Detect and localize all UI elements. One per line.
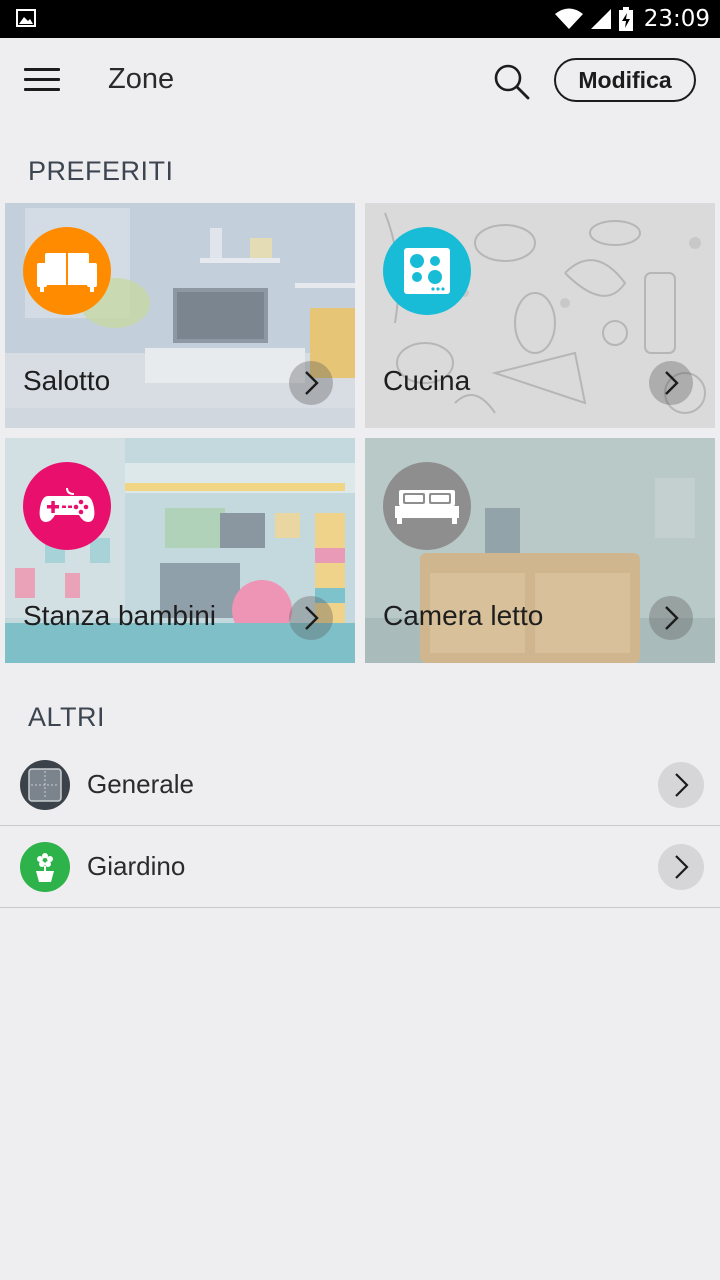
- zone-tile-camera-letto[interactable]: Camera letto: [365, 438, 715, 663]
- gamepad-icon: [23, 462, 111, 550]
- battery-icon: [618, 7, 633, 31]
- app-bar: Zone Modifica: [0, 38, 720, 124]
- chevron-right-icon: [289, 361, 333, 405]
- zone-row-generale[interactable]: Generale: [0, 744, 720, 826]
- zone-tile-cucina[interactable]: Cucina: [365, 203, 715, 428]
- chevron-right-icon: [658, 762, 704, 808]
- cooktop-icon: [383, 227, 471, 315]
- wifi-icon: [554, 8, 583, 29]
- signal-icon: [590, 9, 611, 29]
- zone-tile-label: Salotto: [23, 365, 111, 396]
- section-title-favorites: PREFERITI: [28, 156, 174, 186]
- image-notification-icon: [16, 9, 36, 27]
- status-bar: 23:09: [0, 0, 720, 38]
- hamburger-icon-line: [24, 78, 60, 81]
- page-title: Zone: [108, 63, 175, 95]
- menu-button[interactable]: [24, 68, 60, 94]
- zone-row-giardino[interactable]: Giardino: [0, 826, 720, 908]
- zone-tile-label: Stanza bambini: [23, 600, 217, 631]
- search-icon[interactable]: [490, 60, 532, 102]
- grid-icon: [20, 760, 70, 810]
- zone-tile-stanza-bambini[interactable]: Stanza bambini: [5, 438, 355, 663]
- hamburger-icon-line: [24, 88, 60, 91]
- bed-icon: [383, 462, 471, 550]
- chevron-right-icon: [649, 361, 693, 405]
- chevron-right-icon: [658, 844, 704, 890]
- flower-pot-icon: [20, 842, 70, 892]
- chevron-right-icon: [289, 596, 333, 640]
- zone-tile-salotto[interactable]: Salotto: [5, 203, 355, 428]
- sofa-icon: [23, 227, 111, 315]
- edit-button[interactable]: Modifica: [554, 58, 696, 102]
- clock: 23:09: [643, 6, 710, 32]
- zone-row-label: Giardino: [87, 851, 186, 881]
- zone-tile-label: Camera letto: [383, 600, 544, 631]
- hamburger-icon-line: [24, 68, 60, 71]
- section-title-others: ALTRI: [28, 702, 106, 732]
- zone-tile-label: Cucina: [383, 365, 471, 396]
- chevron-right-icon: [649, 596, 693, 640]
- zone-row-label: Generale: [87, 769, 194, 799]
